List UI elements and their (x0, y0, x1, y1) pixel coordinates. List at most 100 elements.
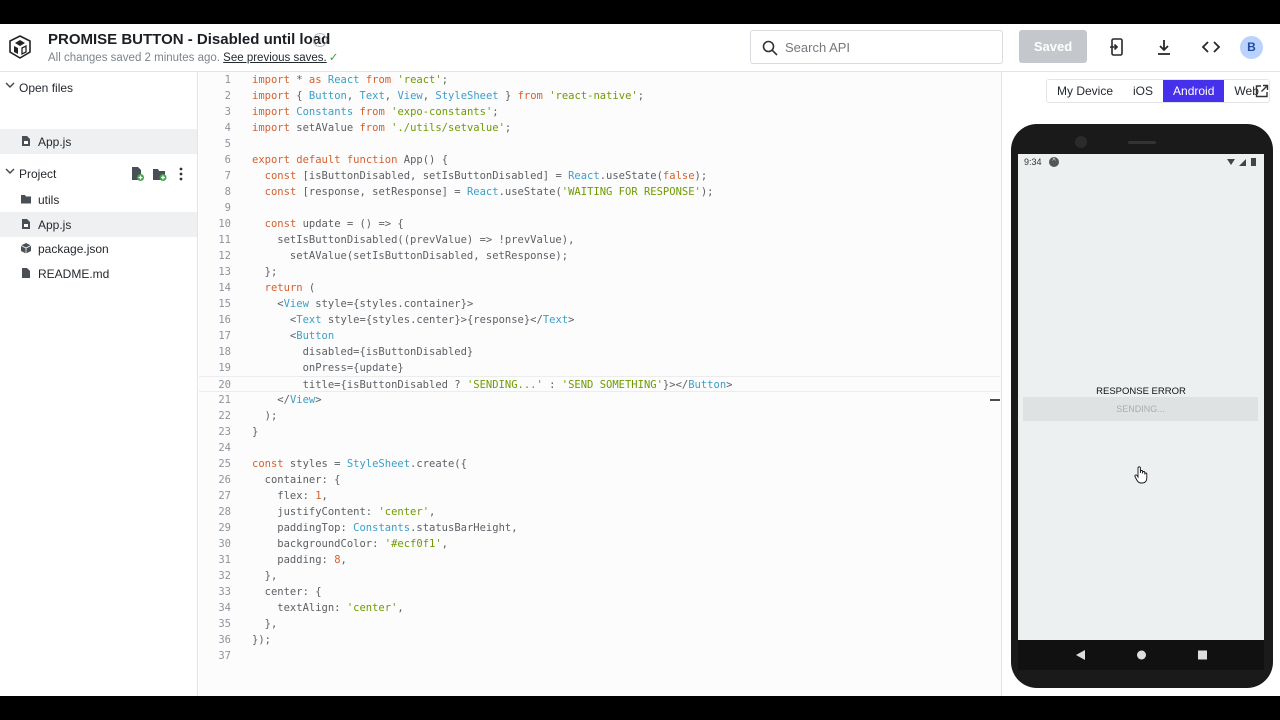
tree-item-app-js[interactable]: App.js (0, 212, 197, 237)
code-line[interactable]: 15 <View style={styles.container}> (199, 296, 1002, 312)
code-line[interactable]: 12 setAValue(setIsButtonDisabled, setRes… (199, 248, 1002, 264)
code-line[interactable]: 16 <Text style={styles.center}>{response… (199, 312, 1002, 328)
code-line[interactable]: 11 setIsButtonDisabled((prevValue) => !p… (199, 232, 1002, 248)
code-line[interactable]: 9 (199, 200, 1002, 216)
device-connect-icon[interactable] (1105, 35, 1129, 59)
open-files-section[interactable]: Open files (0, 76, 198, 100)
code-line[interactable]: 28 justifyContent: 'center', (199, 504, 1002, 520)
code-line[interactable]: 35 }, (199, 616, 1002, 632)
code-line[interactable]: 33 center: { (199, 584, 1002, 600)
project-section[interactable]: Project (0, 162, 198, 186)
code-text[interactable]: }, (252, 616, 278, 632)
open-in-new-window-icon[interactable] (1255, 84, 1269, 98)
scrollbar-marker[interactable] (990, 399, 1000, 401)
code-line[interactable]: 3 import Constants from 'expo-constants'; (199, 104, 1002, 120)
code-line[interactable]: 1 import * as React from 'react'; (199, 72, 1002, 88)
code-text[interactable]: import { Button, Text, View, StyleSheet … (252, 88, 644, 104)
code-line[interactable]: 18 disabled={isButtonDisabled} (199, 344, 1002, 360)
code-line[interactable]: 7 const [isButtonDisabled, setIsButtonDi… (199, 168, 1002, 184)
code-text[interactable]: const update = () => { (252, 216, 404, 232)
saved-button[interactable]: Saved (1019, 30, 1087, 63)
code-text[interactable]: container: { (252, 472, 341, 488)
code-line[interactable]: 26 container: { (199, 472, 1002, 488)
code-line[interactable]: 30 backgroundColor: '#ecf0f1', (199, 536, 1002, 552)
code-line[interactable]: 32 }, (199, 568, 1002, 584)
code-text[interactable]: }, (252, 568, 278, 584)
code-line[interactable]: 5 (199, 136, 1002, 152)
code-line[interactable]: 21 </View> (199, 392, 1002, 408)
code-text[interactable]: padding: 8, (252, 552, 347, 568)
new-file-icon[interactable] (130, 166, 144, 182)
code-editor[interactable]: 1 import * as React from 'react'; 2 import … (199, 72, 1002, 696)
code-line[interactable]: 8 const [response, setResponse] = React.… (199, 184, 1002, 200)
code-line[interactable]: 29 paddingTop: Constants.statusBarHeight… (199, 520, 1002, 536)
new-folder-icon[interactable] (152, 166, 167, 182)
code-text[interactable]: disabled={isButtonDisabled} (252, 344, 474, 360)
code-line[interactable]: 24 (199, 440, 1002, 456)
sending-button[interactable]: SENDING... (1023, 397, 1258, 421)
code-text[interactable]: title={isButtonDisabled ? 'SENDING...' :… (252, 377, 733, 393)
code-line[interactable]: 17 <Button (199, 328, 1002, 344)
code-text[interactable]: <View style={styles.container}> (252, 296, 473, 312)
tab-android[interactable]: Android (1163, 80, 1225, 102)
code-text[interactable]: export default function App() { (252, 152, 448, 168)
tab-my-device[interactable]: My Device (1047, 80, 1124, 102)
code-text[interactable]: </View> (252, 392, 321, 408)
code-line[interactable]: 6 export default function App() { (199, 152, 1002, 168)
download-icon[interactable] (1152, 35, 1176, 59)
code-line[interactable]: 27 flex: 1, (199, 488, 1002, 504)
more-options-icon[interactable] (178, 166, 184, 182)
code-line[interactable]: 13 }; (199, 264, 1002, 280)
code-text[interactable]: import Constants from 'expo-constants'; (252, 104, 499, 120)
code-text[interactable]: } (252, 424, 258, 440)
code-text[interactable]: import setAValue from './utils/setvalue'… (252, 120, 511, 136)
code-text[interactable]: textAlign: 'center', (252, 600, 403, 616)
code-line[interactable]: 36}); (199, 632, 1002, 648)
code-text[interactable]: <Button (252, 328, 334, 344)
code-text[interactable]: import * as React from 'react'; (252, 72, 448, 88)
code-line[interactable]: 25 const styles = StyleSheet.create({ (199, 456, 1002, 472)
code-line[interactable]: 31 padding: 8, (199, 552, 1002, 568)
code-line[interactable]: 14 return ( (199, 280, 1002, 296)
phone-screen[interactable]: 9:34 ^ RESPONSE ERROR SENDING... (1018, 154, 1264, 640)
code-line[interactable]: 2 import { Button, Text, View, StyleSheet… (199, 88, 1002, 104)
code-text[interactable]: center: { (252, 584, 322, 600)
embed-code-icon[interactable] (1199, 35, 1223, 59)
code-text[interactable]: ); (252, 408, 278, 424)
code-text[interactable]: return ( (252, 280, 316, 296)
code-line[interactable]: 22 ); (199, 408, 1002, 424)
tree-item-readme-md[interactable]: README.md (0, 261, 197, 286)
code-text[interactable]: const [isButtonDisabled, setIsButtonDisa… (252, 168, 708, 184)
code-line[interactable]: 10 const update = () => { (199, 216, 1002, 232)
tab-ios[interactable]: iOS (1123, 80, 1164, 102)
code-text[interactable]: setAValue(setIsButtonDisabled, setRespon… (252, 248, 568, 264)
code-line[interactable]: 20 title={isButtonDisabled ? 'SENDING...… (199, 376, 1002, 392)
code-line[interactable]: 23} (199, 424, 1002, 440)
avatar[interactable]: B (1240, 36, 1263, 59)
open-file-app-js[interactable]: App.js (0, 129, 197, 154)
code-line[interactable]: 19 onPress={update} (199, 360, 1002, 376)
code-text[interactable]: const [response, setResponse] = React.us… (252, 184, 714, 200)
code-text[interactable]: const styles = StyleSheet.create({ (252, 456, 467, 472)
recents-nav-icon[interactable] (1197, 649, 1208, 661)
tree-item-utils[interactable]: utils (0, 187, 197, 212)
previous-saves-link[interactable]: See previous saves. (223, 52, 327, 64)
back-nav-icon[interactable] (1075, 649, 1086, 661)
code-line[interactable]: 37 (199, 648, 1002, 664)
code-text[interactable]: justifyContent: 'center', (252, 504, 435, 520)
snack-title[interactable]: PROMISE BUTTON - Disabled until load (48, 31, 330, 48)
code-text[interactable]: setIsButtonDisabled((prevValue) => !prev… (252, 232, 574, 248)
snack-logo-icon[interactable] (9, 35, 31, 59)
code-text[interactable]: <Text style={styles.center}>{response}</… (252, 312, 575, 328)
code-text[interactable]: paddingTop: Constants.statusBarHeight, (252, 520, 517, 536)
code-text[interactable]: onPress={update} (252, 360, 404, 376)
code-text[interactable]: }; (252, 264, 278, 280)
code-text[interactable]: }); (252, 632, 271, 648)
code-line[interactable]: 4 import setAValue from './utils/setvalue… (199, 120, 1002, 136)
code-text[interactable]: backgroundColor: '#ecf0f1', (252, 536, 448, 552)
search-input[interactable] (785, 37, 995, 57)
search-api[interactable] (750, 30, 1003, 64)
code-line[interactable]: 34 textAlign: 'center', (199, 600, 1002, 616)
tree-item-package-json[interactable]: package.json (0, 236, 197, 261)
info-icon[interactable]: i (313, 33, 327, 47)
